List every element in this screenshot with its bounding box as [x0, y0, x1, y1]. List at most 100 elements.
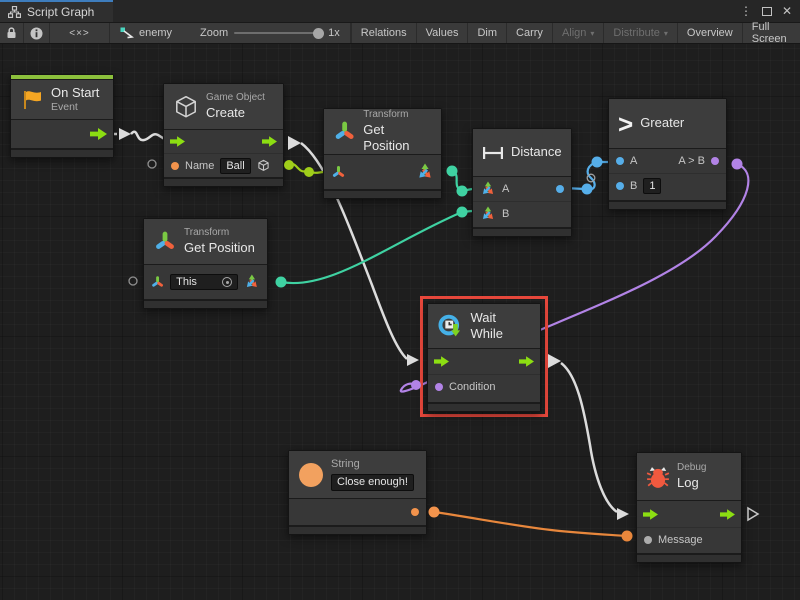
b-port-label: B — [630, 180, 637, 192]
node-header: Wait While — [428, 304, 540, 349]
node-header: > Greater — [609, 99, 726, 149]
node-category: Transform — [363, 109, 432, 122]
string-output-port[interactable] — [411, 508, 419, 516]
full-screen-button[interactable]: Full Screen — [742, 23, 800, 43]
vector3-input-port-b[interactable] — [480, 206, 496, 222]
align-label: Align — [562, 27, 586, 39]
node-footer — [609, 200, 726, 209]
zoom-control: Zoom 1x — [200, 27, 340, 39]
zoom-label: Zoom — [200, 27, 228, 39]
transform-input-port[interactable] — [331, 165, 346, 180]
lock-icon — [6, 27, 17, 39]
target-field[interactable]: This — [170, 274, 238, 290]
node-header: Debug Log — [637, 453, 741, 501]
script-graph-window: Script Graph ⋮ ✕ <×> — [0, 0, 800, 600]
info-button[interactable] — [24, 23, 50, 43]
flow-row — [11, 120, 113, 148]
node-title: On Start — [51, 85, 99, 101]
window-controls: ⋮ ✕ — [740, 0, 800, 22]
flow-input-port[interactable] — [170, 136, 185, 147]
name-field[interactable]: Ball — [220, 158, 250, 174]
carry-button[interactable]: Carry — [506, 23, 552, 43]
node-on-start-event[interactable]: On Start Event — [10, 74, 114, 158]
maximize-icon[interactable] — [762, 7, 772, 16]
node-string-literal[interactable]: String Close enough! — [288, 450, 427, 535]
close-icon[interactable]: ✕ — [782, 5, 792, 17]
flow-row — [164, 130, 283, 153]
node-get-position-1[interactable]: Transform Get Position — [323, 108, 442, 199]
node-wait-while[interactable]: Wait While Condition — [427, 303, 541, 412]
zoom-slider[interactable] — [234, 32, 322, 34]
object-picker-icon[interactable] — [222, 277, 232, 287]
target-value: This — [176, 276, 197, 288]
transform-input-port[interactable] — [151, 275, 164, 290]
tab-script-graph[interactable]: Script Graph — [0, 0, 113, 22]
result-label: A > B — [678, 155, 705, 167]
node-footer — [11, 148, 113, 157]
output-row — [289, 499, 426, 525]
name-input-port[interactable] — [171, 162, 179, 170]
gameobject-type-icon — [257, 159, 270, 172]
vector3-input-port-a[interactable] — [480, 181, 496, 197]
graph-hierarchy-icon — [8, 6, 21, 18]
string-value-field[interactable]: Close enough! — [331, 474, 414, 492]
node-footer — [289, 525, 426, 534]
b-input-port[interactable] — [616, 182, 624, 190]
chevron-down-icon: ▾ — [590, 29, 594, 38]
condition-label: Condition — [449, 381, 495, 393]
message-label: Message — [658, 534, 703, 546]
distance-output-port[interactable] — [556, 185, 564, 193]
distribute-button[interactable]: Distribute ▾ — [603, 23, 676, 43]
result-output-port[interactable] — [711, 157, 719, 165]
node-footer — [164, 177, 283, 186]
flow-output-port[interactable] — [90, 128, 107, 140]
vector3-output-port[interactable] — [416, 163, 434, 181]
node-title: Get Position — [184, 240, 255, 256]
a-input-port[interactable] — [616, 157, 624, 165]
node-header: On Start Event — [11, 80, 113, 120]
zoom-slider-handle[interactable] — [313, 28, 324, 39]
node-category: Transform — [184, 227, 255, 240]
flow-output-port[interactable] — [720, 509, 735, 520]
node-create-gameobject[interactable]: Game Object Create Name Ball — [163, 83, 284, 187]
info-icon — [30, 27, 43, 40]
lock-button[interactable] — [0, 23, 24, 43]
align-button[interactable]: Align ▾ — [552, 23, 603, 43]
code-view-button[interactable]: <×> — [50, 23, 110, 43]
b-value-field[interactable]: 1 — [643, 178, 661, 194]
carry-label: Carry — [516, 27, 543, 39]
more-icon[interactable]: ⋮ — [740, 5, 752, 17]
cube-icon — [173, 94, 199, 120]
dim-label: Dim — [477, 27, 497, 39]
overview-button[interactable]: Overview — [677, 23, 742, 43]
node-category: Debug — [677, 462, 706, 475]
b-row: B 1 — [609, 173, 726, 197]
flow-input-port[interactable] — [434, 356, 449, 367]
condition-input-port[interactable] — [435, 383, 443, 391]
node-title: Wait While — [471, 310, 532, 343]
b-port-label: B — [502, 208, 509, 220]
node-header: Transform Get Position — [324, 109, 441, 155]
node-debug-log[interactable]: Debug Log Message — [636, 452, 742, 563]
graph-breadcrumb[interactable]: enemy — [120, 27, 172, 40]
flow-input-port[interactable] — [643, 509, 658, 520]
name-port-label: Name — [185, 160, 214, 172]
values-button[interactable]: Values — [416, 23, 468, 43]
flag-icon — [20, 88, 44, 112]
relations-button[interactable]: Relations — [351, 23, 416, 43]
vector3-output-port[interactable] — [244, 273, 260, 291]
node-greater[interactable]: > Greater A A > B B 1 — [608, 98, 727, 210]
node-distance[interactable]: Distance A B — [472, 128, 572, 237]
flow-row — [428, 349, 540, 374]
code-icon: <×> — [69, 28, 90, 39]
a-row: A A > B — [609, 149, 726, 173]
node-get-position-2[interactable]: Transform Get Position This — [143, 218, 268, 309]
distance-icon — [482, 146, 504, 160]
flow-output-port[interactable] — [262, 136, 277, 147]
values-label: Values — [426, 27, 459, 39]
node-footer — [324, 189, 441, 198]
message-input-port[interactable] — [644, 536, 652, 544]
node-header: Transform Get Position — [144, 219, 267, 265]
dim-button[interactable]: Dim — [467, 23, 506, 43]
flow-output-port[interactable] — [519, 356, 534, 367]
